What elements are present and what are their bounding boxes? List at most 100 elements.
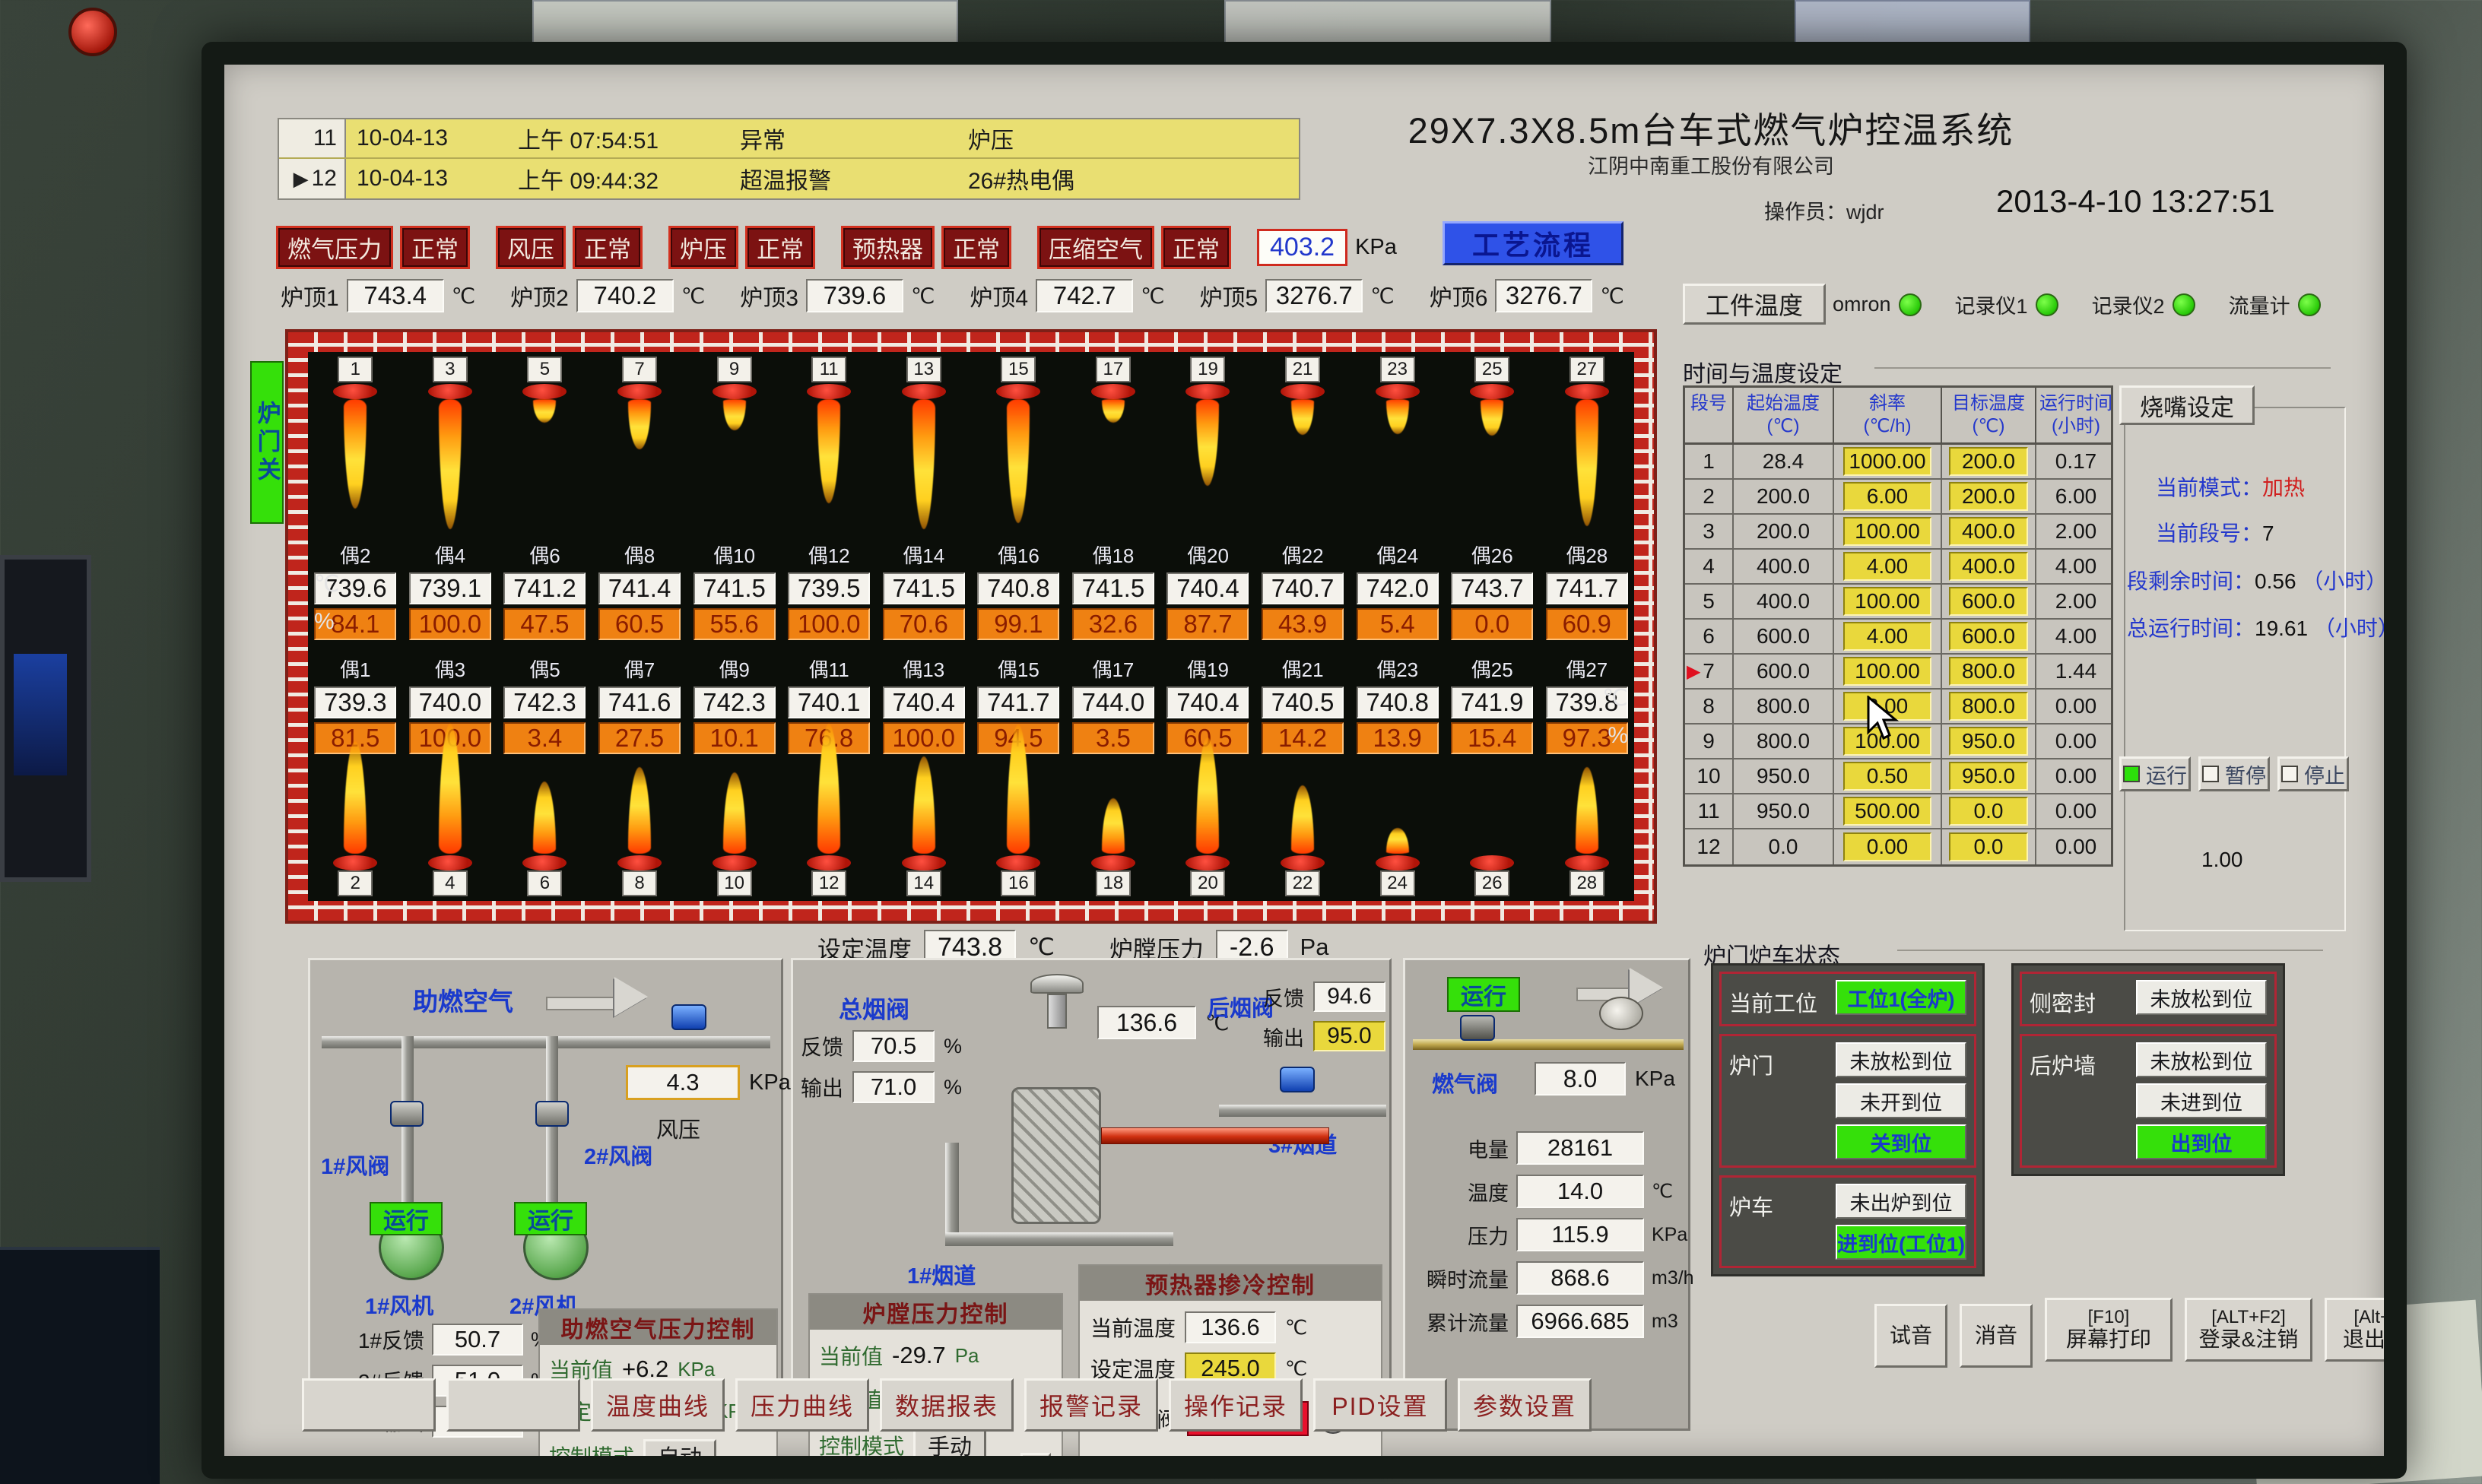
furnace-door-state-tag: 炉门关: [250, 361, 284, 524]
process-flow-button[interactable]: 工艺流程: [1443, 221, 1623, 265]
device-indicator: 流量计: [2229, 290, 2321, 319]
burner-setting-button[interactable]: 烧嘴设定: [2119, 385, 2255, 425]
screen-print-button[interactable]: [F10]屏幕打印: [2045, 1298, 2173, 1362]
segment-table[interactable]: 段号 起始温度(℃) 斜率(℃/h) 目标温度(℃) 运行时间(小时) 1 28…: [1683, 385, 2113, 867]
alarm-row[interactable]: 11 10-04-13 上午 07:54:51 异常 炉压: [279, 119, 1299, 159]
slope-value[interactable]: 1000.00: [1843, 447, 1931, 476]
thermocouple: 偶18 741.5 32.6: [1066, 541, 1161, 640]
slope-value[interactable]: 4.00: [1843, 552, 1931, 581]
segment-no: 11: [1697, 799, 1719, 823]
table-row[interactable]: 12 0.0 0.00 0.0 0.00: [1685, 829, 2111, 864]
nav-button-operation-log[interactable]: 操作记录: [1169, 1378, 1303, 1432]
thermocouple-temp: 740.4: [1166, 687, 1249, 718]
rearwall-label: 后炉墙: [2030, 1042, 2127, 1080]
gas-panel: 运行 燃气阀 8.0 KPa 电量 28161 温度 14.0 ℃: [1403, 958, 1690, 1431]
target-temp[interactable]: 800.0: [1949, 657, 2028, 686]
nav-button-param-settings[interactable]: 参数设置: [1458, 1378, 1592, 1432]
nav-button-data-report[interactable]: 数据报表: [880, 1378, 1014, 1432]
slope-value[interactable]: 4.00: [1843, 622, 1931, 651]
table-row[interactable]: 2 200.0 6.00 200.0 6.00: [1685, 480, 2111, 515]
flow-meter-icon: [1599, 997, 1643, 1030]
target-temp[interactable]: 200.0: [1949, 447, 2028, 476]
alarm-source: 炉压: [957, 122, 1299, 155]
total-run-time: 总运行时间：19.61 （小时）: [2127, 612, 2384, 642]
nav-button-pid-settings[interactable]: PID设置: [1313, 1378, 1447, 1432]
gas-readout-row: 累计流量 6966.685 m3: [1411, 1305, 1694, 1338]
table-row[interactable]: 1 28.4 1000.00 200.0 0.17: [1685, 445, 2111, 480]
nav-button-cut[interactable]: [302, 1378, 436, 1432]
flame-icon: [912, 756, 935, 854]
table-row[interactable]: 3 200.0 100.00 400.0 2.00: [1685, 515, 2111, 550]
burner-nozzle-icon: [1565, 384, 1609, 399]
table-row[interactable]: 11 950.0 500.00 0.0 0.00: [1685, 794, 2111, 829]
current-label: 当前值: [819, 1340, 883, 1371]
nav-button-alarm-log[interactable]: 报警记录: [1024, 1378, 1158, 1432]
duct-pipe: [945, 1232, 1173, 1246]
gas-readout-row: 压力 115.9 KPa: [1411, 1218, 1694, 1251]
gas-valve-icon: [1460, 1015, 1495, 1041]
workpiece-temp-button[interactable]: 工件温度: [1683, 284, 1826, 325]
test-sound-button[interactable]: 试音: [1874, 1304, 1947, 1368]
slope-value[interactable]: 6.00: [1843, 482, 1931, 511]
run-control-button[interactable]: 停止: [2277, 756, 2349, 791]
flame-icon: [1196, 737, 1219, 854]
target-temp[interactable]: 200.0: [1949, 482, 2028, 511]
slope-value[interactable]: 500.00: [1843, 797, 1931, 826]
alarm-row[interactable]: ▶12 10-04-13 上午 09:44:32 超温报警 26#热电偶: [279, 159, 1299, 198]
increase-button[interactable]: +: [1020, 1453, 1051, 1456]
rear-output-label: 输出: [1263, 1022, 1304, 1051]
segment-no: 5: [1703, 589, 1715, 614]
target-temp[interactable]: 600.0: [1949, 622, 2028, 651]
nav-button-pressure-curve[interactable]: 压力曲线: [735, 1378, 869, 1432]
table-row[interactable]: 5 400.0 100.00 600.0 2.00: [1685, 585, 2111, 620]
slope-value[interactable]: 100.00: [1843, 587, 1931, 616]
login-logout-button[interactable]: [ALT+F2]登录&注销: [2185, 1298, 2312, 1362]
mode-button[interactable]: 自动: [643, 1439, 716, 1456]
slope-value[interactable]: 100.00: [1843, 657, 1931, 686]
run-control-button[interactable]: 运行: [2119, 756, 2191, 791]
roof-temperatures: 炉顶1 743.4 ℃ 炉顶2 740.2 ℃ 炉顶3 739.6 ℃ 炉顶4 …: [281, 279, 1657, 312]
roof-temp-unit: ℃: [1600, 284, 1623, 309]
nav-button-cut[interactable]: [446, 1378, 580, 1432]
target-temp[interactable]: 950.0: [1949, 762, 2028, 791]
thermocouple-name: 偶3: [435, 655, 465, 683]
thermocouple: 偶22 740.7 43.9: [1255, 541, 1350, 640]
roof-temp-value: 739.6: [806, 279, 903, 312]
flame-icon: [723, 772, 746, 854]
thermocouple-name: 偶21: [1282, 655, 1324, 683]
start-temp: 950.0: [1734, 794, 1834, 828]
target-temp[interactable]: 0.0: [1949, 832, 2028, 861]
burner: 23: [1350, 357, 1445, 529]
alarm-type: 异常: [729, 122, 957, 155]
thermocouple-temp: 742.3: [694, 687, 776, 718]
flame-icon: [628, 399, 651, 449]
table-row[interactable]: ▶7 600.0 100.00 800.0 1.44: [1685, 655, 2111, 690]
mode-button[interactable]: 手动: [913, 1429, 986, 1456]
table-row[interactable]: 4 400.0 4.00 400.0 4.00: [1685, 550, 2111, 585]
flame-icon: [1007, 399, 1030, 523]
seal-label: 侧密封: [2030, 980, 2127, 1018]
table-row[interactable]: 10 950.0 0.50 950.0 0.00: [1685, 759, 2111, 794]
gas-readouts: 电量 28161 温度 14.0 ℃ 压力 115.9 KPa 瞬时: [1411, 1131, 1694, 1338]
target-temp[interactable]: 0.0: [1949, 797, 2028, 826]
target-temp[interactable]: 950.0: [1949, 727, 2028, 756]
target-temp[interactable]: 400.0: [1949, 552, 2028, 581]
target-temp[interactable]: 400.0: [1949, 517, 2028, 546]
rear-output-value[interactable]: 95.0: [1313, 1021, 1385, 1051]
table-row[interactable]: 6 600.0 4.00 600.0 4.00: [1685, 620, 2111, 655]
target-temp[interactable]: 800.0: [1949, 692, 2028, 721]
slope-value[interactable]: 0.50: [1843, 762, 1931, 791]
nav-button-temp-curve[interactable]: 温度曲线: [591, 1378, 725, 1432]
thermocouple-temp: 741.9: [1451, 687, 1533, 718]
mute-button[interactable]: 消音: [1960, 1304, 2033, 1368]
alarm-list[interactable]: 11 10-04-13 上午 07:54:51 异常 炉压 ▶12 10-04-…: [278, 118, 1300, 200]
run-hours: 0.17: [2036, 445, 2115, 478]
burner-number: 3: [433, 357, 468, 382]
slope-value[interactable]: 100.00: [1843, 517, 1931, 546]
car-state: 未出炉到位: [1836, 1184, 1966, 1219]
slope-value[interactable]: 0.00: [1843, 832, 1931, 861]
exit-system-button[interactable]: [Alt+F4]退出系统: [2325, 1298, 2384, 1362]
run-control-button[interactable]: 暂停: [2198, 756, 2270, 791]
start-temp: 28.4: [1734, 445, 1834, 478]
target-temp[interactable]: 600.0: [1949, 587, 2028, 616]
